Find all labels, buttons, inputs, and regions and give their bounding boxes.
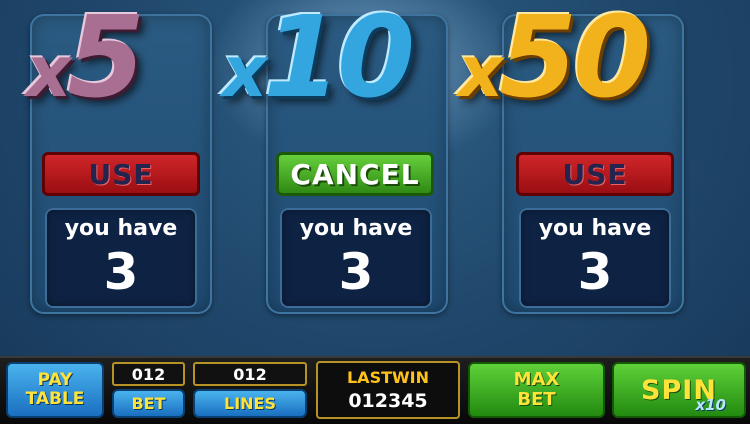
paytable-label-line2: TABLE [25,389,85,409]
multiplier-x10-label: x10 [222,2,415,114]
spin-multiplier-badge: x10 [695,396,726,414]
bet-button[interactable]: BET [112,389,185,418]
lastwin-value: 012345 [348,390,428,412]
inventory-count: 3 [577,243,613,301]
inventory-label: you have [538,216,652,241]
inventory-label: you have [64,216,178,241]
lines-value-display: 012 [193,362,307,386]
max-bet-label-line2: BET [517,389,556,410]
paytable-button[interactable]: PAY TABLE [6,362,104,418]
use-x50-button[interactable]: USE [516,152,674,196]
lastwin-label: LASTWIN [346,368,429,387]
inventory-count: 3 [103,243,139,301]
multiplier-x5-label: x5 [26,2,145,114]
spin-button[interactable]: SPIN x10 [612,362,746,418]
x50-inventory-box: you have 3 [519,208,671,308]
inventory-count: 3 [338,243,374,301]
x10-inventory-box: you have 3 [280,208,432,308]
x5-inventory-box: you have 3 [45,208,197,308]
multiplier-x-prefix: x [26,31,71,113]
multiplier-x50-label: x50 [458,2,651,114]
paytable-label-line1: PAY [37,370,73,390]
lines-button[interactable]: LINES [193,389,307,418]
bet-value-display: 012 [112,362,185,386]
cancel-x10-button[interactable]: CANCEL [276,152,434,196]
multiplier-value: 50 [499,0,651,123]
max-bet-label-line1: MAX [513,369,560,390]
multiplier-x-prefix: x [222,31,267,113]
max-bet-button[interactable]: MAX BET [468,362,605,418]
use-x5-button[interactable]: USE [42,152,200,196]
multiplier-x-prefix: x [458,31,503,113]
inventory-label: you have [299,216,413,241]
multiplier-value: 10 [263,0,415,123]
multiplier-value: 5 [67,0,145,123]
lastwin-display: LASTWIN 012345 [316,361,460,419]
